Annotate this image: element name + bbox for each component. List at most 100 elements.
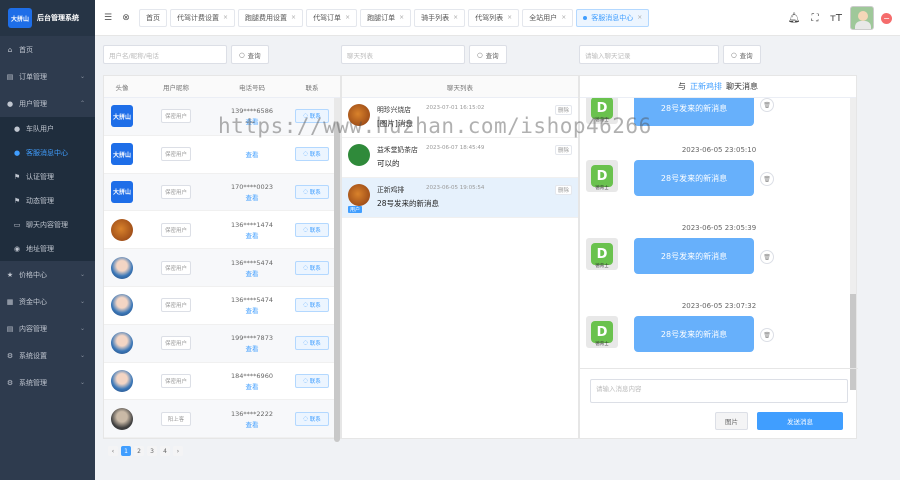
close-icon[interactable]: × [345,14,350,21]
tab-service-center[interactable]: 客服消息中心 × [576,8,650,27]
view-link[interactable]: 查看 [212,268,292,278]
page-button[interactable]: 1 [121,446,131,456]
contact-button[interactable]: ◌ 联系 [295,222,329,237]
delete-message-icon[interactable]: 🗑︎ [760,98,774,112]
font-size-icon[interactable]: ᴛT [829,13,843,24]
tab-all-users[interactable]: 全站用户 × [522,8,574,27]
close-icon[interactable]: × [223,14,228,21]
contact-button[interactable]: ◌ 联系 [295,411,329,426]
close-icon[interactable]: × [637,14,642,21]
sidebar-item-users[interactable]: ● 用户管理 ⌃ [0,90,95,117]
sidebar-item-content[interactable]: ▤ 内容管理 ⌄ [0,315,95,342]
close-all-icon[interactable]: ⊗ [117,13,135,23]
view-link[interactable]: 查看 [212,116,292,126]
sidebar-item-funds[interactable]: ▦ 资金中心 ⌄ [0,288,95,315]
delete-message-icon[interactable]: 🗑︎ [760,172,774,186]
page-button[interactable]: 2 [134,446,144,456]
delete-chat-button[interactable]: 删除 [554,105,572,115]
message-avatar: D 德育士 [586,316,618,348]
message-input[interactable]: 请输入消息内容 [590,379,848,403]
sidebar-item-pricing[interactable]: ★ 价格中心 ⌄ [0,261,95,288]
view-link[interactable]: 查看 [212,419,292,429]
page-button[interactable]: 3 [147,446,157,456]
view-link[interactable]: 查看 [212,149,292,159]
chat-list-header: 聊天列表 [342,76,578,98]
sidebar-item-service-center[interactable]: ● 客服消息中心 [0,141,95,165]
send-button[interactable]: 发送消息 [757,412,843,430]
nickname-field[interactable]: 保密用户 [161,222,191,237]
chat-item-selected[interactable]: 用户 正新鸡排 2023-06-05 19:05:54 28号发来的新消息 删除 [342,178,578,218]
view-link[interactable]: 查看 [212,343,292,353]
bell-icon[interactable]: 🔔︎ [787,13,801,24]
nickname-field[interactable]: 保密用户 [161,373,191,388]
image-button[interactable]: 图片 [715,412,748,430]
sidebar-item-system[interactable]: ⚙ 系统管理 ⌄ [0,369,95,396]
contact-button[interactable]: ◌ 联系 [295,260,329,275]
delete-message-icon[interactable]: 🗑︎ [760,250,774,264]
view-link[interactable]: 查看 [212,192,292,202]
sidebar-item-verification[interactable]: ⚑ 认证管理 [0,165,95,189]
chat-search-input[interactable]: 聊天列表 [341,45,465,64]
user-search-button[interactable]: ○ 查询 [231,45,269,64]
tab-riders[interactable]: 骑手列表 × [414,8,466,27]
next-page-button[interactable]: › [173,446,183,456]
chat-item[interactable]: 明珍兴烧店 2023-07-01 16:15:02 [图片]消息 删除 [342,98,578,138]
contact-button[interactable]: ◌ 联系 [295,373,329,388]
sidebar-item-settings[interactable]: ⚙ 系统设置 ⌄ [0,342,95,369]
sidebar-item-orders[interactable]: ▤ 订单管理 ⌄ [0,63,95,90]
sidebar-item-address[interactable]: ◉ 地址管理 [0,237,95,261]
close-icon[interactable]: × [291,14,296,21]
sidebar-item-chat-content[interactable]: ▭ 聊天内容管理 [0,213,95,237]
nickname-field[interactable]: 保密用户 [161,336,191,351]
tab-drivers[interactable]: 代驾列表 × [468,8,520,27]
chat-search-button[interactable]: ○ 查询 [469,45,507,64]
nickname-field[interactable]: 保密用户 [161,184,191,199]
logout-icon[interactable]: − [881,12,892,24]
prev-page-button[interactable]: ‹ [108,446,118,456]
phone-number: 170****0023 [231,182,273,191]
close-icon[interactable]: × [399,14,404,21]
user-search-input[interactable]: 用户名/昵称/电话 [103,45,227,64]
view-link[interactable]: 查看 [212,305,292,315]
tab-errand-orders[interactable]: 跑腿订单 × [360,8,412,27]
delete-chat-button[interactable]: 删除 [554,145,572,155]
contact-button[interactable]: ◌ 联系 [295,147,329,162]
sidebar-item-home[interactable]: ⌂ 首页 [0,36,95,63]
nickname-field[interactable]: 保密用户 [161,147,191,162]
nickname-cell: 保密用户 [140,336,212,351]
scrollbar[interactable] [850,98,856,390]
nickname-field[interactable]: 保密用户 [161,298,191,313]
view-link[interactable]: 查看 [212,381,292,391]
close-icon[interactable]: × [507,14,512,21]
page-button[interactable]: 4 [160,446,170,456]
close-icon[interactable]: × [561,14,566,21]
sidebar-item-fleet-users[interactable]: ● 车队用户 [0,117,95,141]
avatar[interactable] [850,6,874,30]
contact-button[interactable]: ◌ 联系 [295,298,329,313]
delete-chat-button[interactable]: 删除 [554,185,572,195]
tab-home[interactable]: 首页 [139,8,167,27]
history-search-button[interactable]: ○ 查询 [723,45,761,64]
nickname-field[interactable]: 保密用户 [161,109,191,124]
tab-driving-fee[interactable]: 代驾计费设置 × [170,8,236,27]
sidebar-item-dynamics[interactable]: ⚑ 动态管理 [0,189,95,213]
fullscreen-icon[interactable]: ⛶ [808,13,822,24]
chat-time: 2023-06-07 18:45:49 [426,145,485,151]
menu-toggle-icon[interactable]: ☰ [99,13,117,23]
tab-errand-fee[interactable]: 跑腿费用设置 × [238,8,304,27]
nickname-field[interactable]: 阳上客 [161,411,191,426]
contact-button[interactable]: ◌ 联系 [295,184,329,199]
history-search-input[interactable]: 请输入聊天记录 [579,45,719,64]
delete-message-icon[interactable]: 🗑︎ [760,328,774,342]
tab-driving-orders[interactable]: 代驾订单 × [306,8,358,27]
chat-item[interactable]: 益禾堂奶茶店 2023-06-07 18:45:49 可以的 删除 [342,138,578,178]
close-icon[interactable]: × [453,14,458,21]
scrollbar[interactable] [334,98,340,442]
contact-button[interactable]: ◌ 联系 [295,336,329,351]
nickname-field[interactable]: 保密用户 [161,260,191,275]
brand: 大拼山 后台管理系统 [0,0,95,36]
contact-button[interactable]: ◌ 联系 [295,109,329,124]
view-link[interactable]: 查看 [212,230,292,240]
chat-last-message: 可以的 [377,159,400,168]
scrollbar-thumb[interactable] [334,122,340,442]
